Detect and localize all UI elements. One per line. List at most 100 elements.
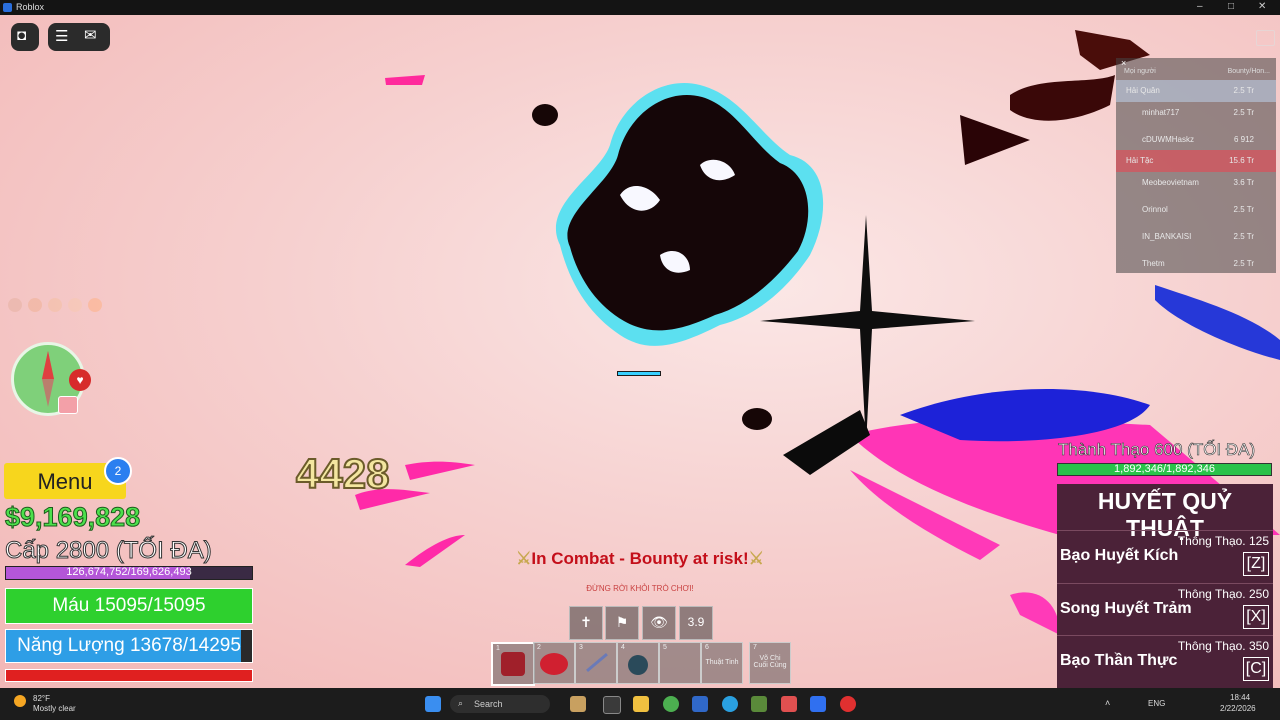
edge-icon[interactable] [722,696,738,712]
skill-c[interactable]: Thông Thạo. 350 Bạo Thần Thực [C] [1057,635,1273,688]
taskbar-search[interactable]: ⌕ Search [450,695,550,713]
menu-notification-badge: 2 [104,457,132,485]
dark-shard-4 [1010,75,1115,121]
player-bounty: 2.5 Tr [1233,259,1254,268]
ability-button-3[interactable]: 👁 [642,606,676,640]
ability-button-2[interactable]: ⚑ [605,606,639,640]
roblox-logo-button[interactable]: ◘ [11,23,39,51]
weather-temp: 82°F [33,694,50,703]
slot-label: Võ Chi Cuối Cùng [753,655,787,669]
energy-bar: Năng Lượng 13678/14295 [5,629,253,663]
player-bounty: 2.5 Tr [1233,232,1254,241]
skill-z[interactable]: Thông Thạo. 125 Bạo Huyết Kích [Z] [1057,530,1273,583]
playerlist-panel: × Mọi người Bounty/Hon... Hải Quân 2.5 T… [1116,58,1276,273]
hotbar-slot-5[interactable]: 5 [659,642,701,684]
file-explorer-icon[interactable] [633,696,649,712]
backpack-icon[interactable] [1256,30,1275,46]
hamburger-icon[interactable]: ☰ [55,27,68,45]
slot-number: 1 [496,645,500,652]
player-bounty: 2.5 Tr [1233,86,1254,95]
language-indicator[interactable]: ENG [1148,699,1165,708]
maximize-button[interactable]: □ [1228,1,1234,12]
playerlist-header-right: Bounty/Hon... [1227,68,1270,75]
player-name: Hải Quân [1126,86,1160,95]
pink-shard-right [1010,592,1060,635]
energy-text: Năng Lượng 13678/14295 [17,635,241,656]
ability-button-1[interactable]: ✝ [569,606,603,640]
player-name: cDUWMHaskz [1142,135,1194,144]
player-name: minhat717 [1142,108,1180,117]
chrome-icon[interactable] [663,696,679,712]
sword-left-icon: ⚔ [516,549,532,568]
dark-shard-1 [960,115,1030,165]
player-bounty: 2.5 Tr [1233,108,1254,117]
hotbar-slot-7[interactable]: 7 Võ Chi Cuối Cùng [749,642,791,684]
player-name: Thetm [1142,259,1165,268]
heart-icon[interactable]: ♥ [69,369,91,391]
gift-icon[interactable] [58,396,78,414]
clock-date[interactable]: 2/22/2026 [1220,704,1256,713]
roblox-app-icon [3,3,12,12]
blue-shard-right [1155,285,1280,360]
player-name: Orinnol [1142,205,1168,214]
playerlist-row[interactable]: Hải Tặc 15.6 Tr [1116,150,1276,172]
playerlist-row[interactable]: Thetm 2.5 Tr [1116,253,1276,275]
skill-key: [C] [1243,657,1269,681]
status-icon-2 [28,298,42,312]
player-bounty: 3.6 Tr [1233,178,1254,187]
player-bounty: 15.6 Tr [1229,156,1254,165]
slot-number: 4 [621,644,625,651]
roblox-menu-group: ☰ ✉ [48,23,110,51]
widgets-icon[interactable] [570,696,586,712]
window-titlebar: Roblox – □ ✕ [0,0,1280,15]
minimize-button[interactable]: – [1197,1,1203,12]
skill-name: Song Huyết Trảm [1060,600,1192,617]
playerlist-row[interactable]: Orinnol 2.5 Tr [1116,199,1276,221]
windows-start-icon[interactable] [425,696,441,712]
playerlist-row[interactable]: Hải Quân 2.5 Tr [1116,80,1276,102]
skill-name: Bạo Huyết Kích [1060,547,1179,564]
skill-x[interactable]: Thông Thạo. 250 Song Huyết Trảm [X] [1057,583,1273,636]
playerlist-row[interactable]: cDUWMHaskz 6 912 [1116,129,1276,151]
store-icon[interactable] [692,696,708,712]
blood-fruit-icon [501,652,525,676]
playerlist-header: Mọi người Bounty/Hon... [1124,68,1270,75]
ability-button-4[interactable]: 3.9 [679,606,713,640]
player-name: Meobeovietnam [1142,178,1199,187]
tray-chevron-icon[interactable]: ˄ [1105,698,1110,708]
sword-right-icon: ⚔ [748,549,764,568]
task-view-icon[interactable] [603,696,621,714]
hotbar-slot-4[interactable]: 4 [617,642,659,684]
playerlist-row[interactable]: IN_BANKAISI 2.5 Tr [1116,226,1276,248]
red-orb-icon [540,653,568,675]
playerlist-row[interactable]: Meobeovietnam 3.6 Tr [1116,172,1276,194]
skill-key: [Z] [1243,552,1269,576]
slot-label: Thuật Tinh [705,659,739,666]
stamina-bar [5,669,253,682]
playerlist-close-icon[interactable]: × [1121,58,1126,68]
hotbar-slot-6[interactable]: 6 Thuật Tinh [701,642,743,684]
sword-icon [586,652,608,673]
hotbar-slot-2[interactable]: 2 [533,642,575,684]
chat-icon[interactable]: ✉ [84,26,97,44]
skills-panel: HUYẾT QUỶ THUẬT Thông Thạo. 125 Bạo Huyế… [1057,484,1273,688]
playerlist-row[interactable]: minhat717 2.5 Tr [1116,102,1276,124]
hotbar-slot-1[interactable]: 1 [491,642,535,686]
player-bounty: 6 912 [1233,135,1254,144]
skill-mastery-req: Thông Thạo. 250 [1177,587,1269,601]
app-icon-red[interactable] [781,696,797,712]
status-icon-3 [48,298,62,312]
hotbar-slot-3[interactable]: 3 [575,642,617,684]
clock-time[interactable]: 18:44 [1230,693,1250,702]
slot-number: 3 [579,644,583,651]
recorder-icon[interactable] [840,696,856,712]
slot-number: 6 [705,644,709,651]
roblox-taskbar-icon[interactable] [810,696,826,712]
mastery-bar-text: 1,892,346/1,892,346 [1114,463,1215,475]
slot-number: 5 [663,644,667,651]
health-bar: Máu 15095/15095 [5,588,253,624]
weather-desc: Mostly clear [33,704,76,713]
close-button[interactable]: ✕ [1258,1,1266,12]
combat-message: In Combat - Bounty at risk! [531,549,749,568]
minecraft-icon[interactable] [751,696,767,712]
